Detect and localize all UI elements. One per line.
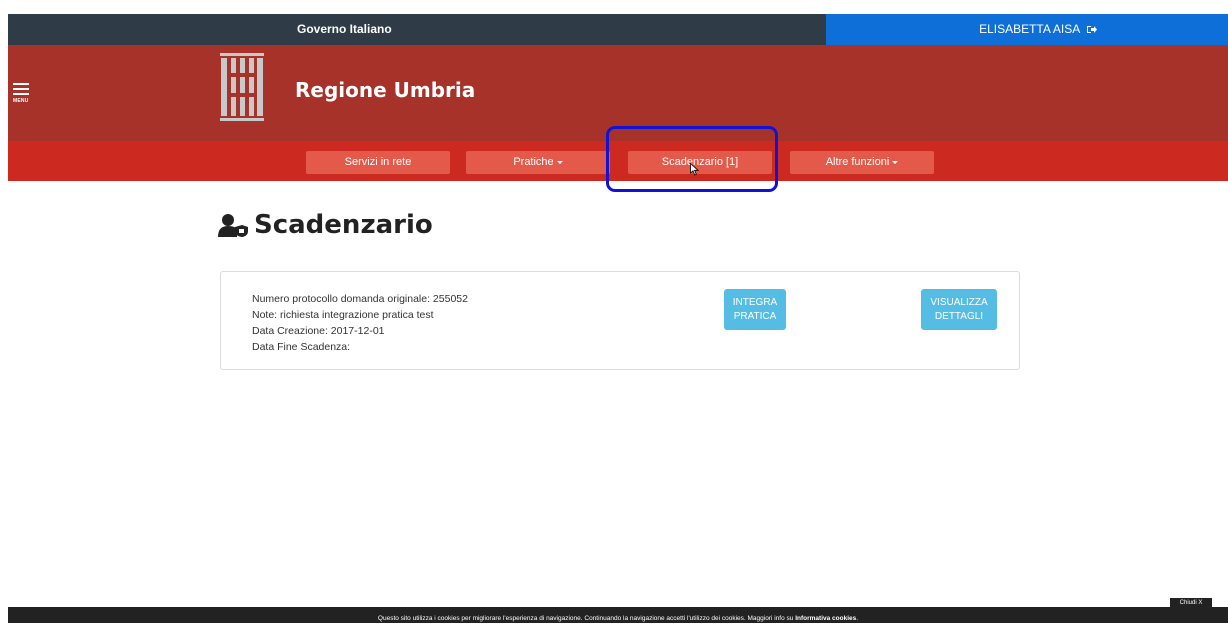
hamburger-icon-bar-2	[13, 88, 29, 90]
visualizza-dettagli-button[interactable]: VISUALIZZA DETTAGLI	[921, 289, 997, 330]
nav-servizi-in-rete[interactable]: Servizi in rete	[306, 151, 450, 174]
scadenza-card: Numero protocollo domanda originale: 255…	[220, 271, 1020, 370]
cookie-text-end: .	[856, 615, 859, 622]
page-title-text: Scadenzario	[254, 210, 433, 240]
user-shield-icon	[218, 214, 248, 237]
integra-pratica-button[interactable]: INTEGRA PRATICA	[724, 289, 786, 330]
caret-down-icon	[892, 160, 899, 164]
page-title: Scadenzario	[218, 210, 433, 240]
integra-pratica-label: INTEGRA PRATICA	[733, 296, 777, 324]
integra-label-line-2: PRATICA	[733, 310, 777, 322]
menu-label: MENU	[13, 98, 29, 104]
site-brand[interactable]: Regione Umbria	[295, 78, 475, 102]
menu-button[interactable]: MENU	[13, 83, 33, 105]
nav-altre-funzioni[interactable]: Altre funzioni	[790, 151, 934, 174]
hamburger-icon-bar-3	[13, 93, 29, 95]
visualizza-dettagli-label: VISUALIZZA DETTAGLI	[930, 296, 987, 324]
user-menu[interactable]: ELISABETTA AISA	[826, 14, 1228, 45]
logout-icon	[1086, 26, 1097, 33]
protocollo-line: Numero protocollo domanda originale: 255…	[252, 293, 468, 305]
user-name: ELISABETTA AISA	[979, 22, 1080, 36]
site-header: MENU Regione Umbria	[8, 45, 1228, 141]
nav-label: Altre funzioni	[825, 156, 890, 168]
nav-label: Scadenzario [1]	[661, 156, 739, 168]
scadenza-info: Numero protocollo domanda originale: 255…	[252, 291, 468, 355]
top-bar: Governo Italiano ELISABETTA AISA	[8, 14, 1228, 45]
visualizza-label-line-2: DETTAGLI	[934, 310, 984, 322]
regione-umbria-logo[interactable]	[220, 53, 264, 121]
cookie-bar: Questo sito utilizza i cookies per migli…	[8, 607, 1228, 623]
data-fine-scadenza-line: Data Fine Scadenza:	[252, 341, 351, 353]
nav-label: Pratiche	[513, 156, 554, 168]
caret-down-icon	[556, 160, 563, 164]
data-creazione-line: Data Creazione: 2017-12-01	[252, 325, 385, 337]
mouse-cursor-icon	[690, 163, 699, 176]
governo-italiano-label[interactable]: Governo Italiano	[8, 14, 826, 45]
nav-scadenzario[interactable]: Scadenzario [1]	[628, 151, 772, 174]
hamburger-icon	[13, 83, 29, 85]
cookie-info-link[interactable]: Informativa cookies	[795, 615, 856, 622]
nav-label: Servizi in rete	[344, 156, 412, 168]
cookie-text: Questo sito utilizza i cookies per migli…	[377, 615, 796, 622]
note-line: Note: richiesta integrazione pratica tes…	[252, 309, 434, 321]
main-nav: Servizi in rete Pratiche Scadenzario [1]…	[8, 141, 1228, 181]
visualizza-label-line-1: VISUALIZZA	[930, 296, 988, 308]
nav-pratiche[interactable]: Pratiche	[466, 151, 610, 174]
integra-label-line-1: INTEGRA	[732, 296, 778, 308]
